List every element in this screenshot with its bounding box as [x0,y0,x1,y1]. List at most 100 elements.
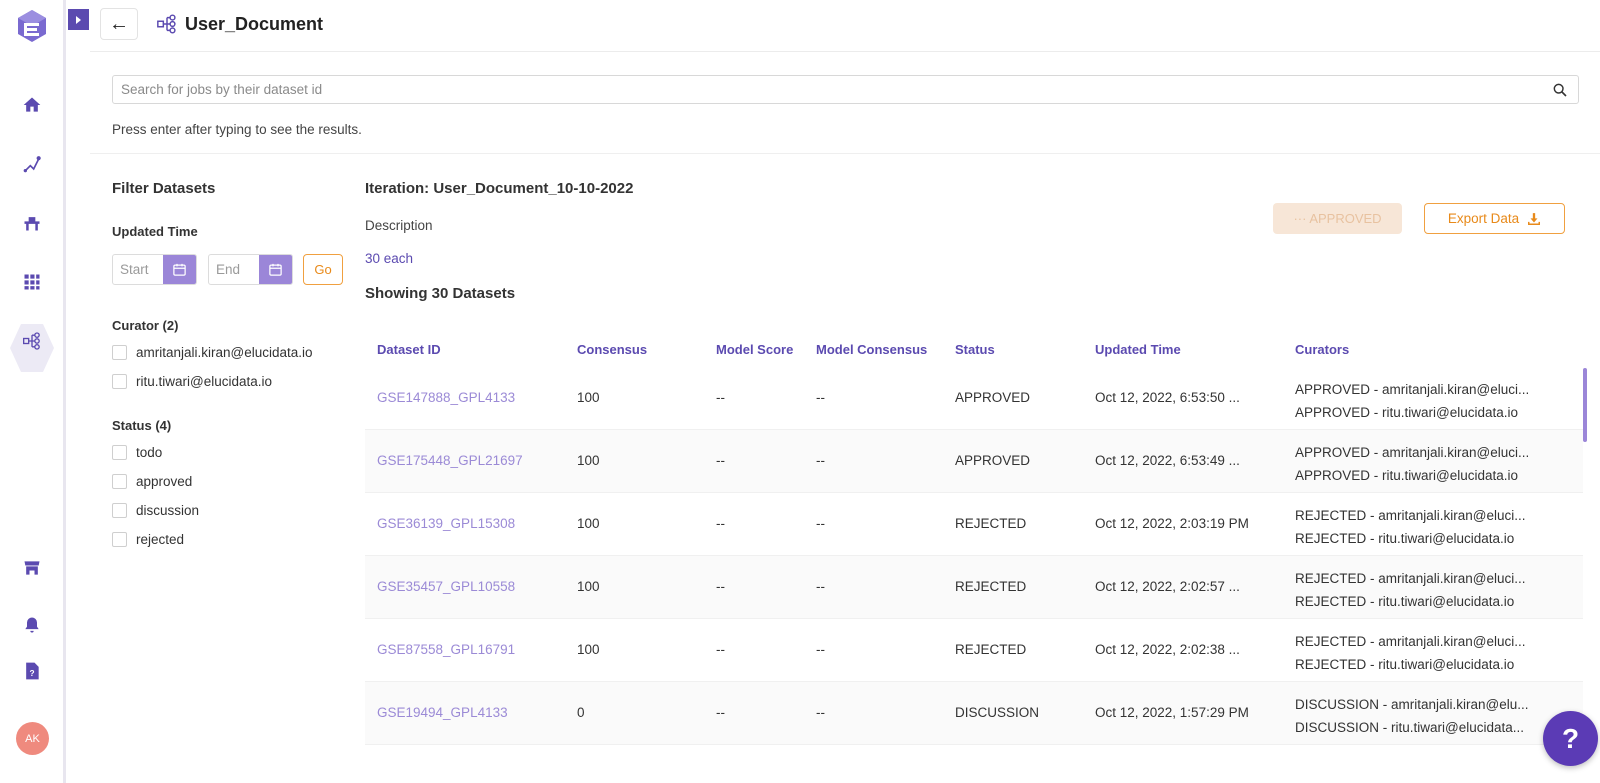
column-header[interactable]: Model Consensus [816,342,927,357]
dataset-id-link[interactable]: GSE87558_GPL16791 [377,642,515,657]
pipeline-icon[interactable] [17,149,47,179]
curator-entry: REJECTED - amritanjali.kiran@eluci... [1295,571,1526,586]
checkbox[interactable] [112,345,127,360]
column-header[interactable]: Model Score [716,342,793,357]
description-label: Description [365,218,433,233]
dataset-id-link[interactable]: GSE175448_GPL21697 [377,453,523,468]
home-icon[interactable] [17,90,47,120]
dataset-id-link[interactable]: GSE36139_GPL15308 [377,516,515,531]
iteration-title: Iteration: User_Document_10-10-2022 [365,180,634,197]
column-header[interactable]: Status [955,342,995,357]
model-score-cell: -- [716,390,725,405]
back-button[interactable]: ← [100,8,138,40]
column-header[interactable]: Dataset ID [377,342,441,357]
workbench-icon[interactable] [17,208,47,238]
column-header[interactable]: Curators [1295,342,1349,357]
updated-time-label: Updated Time [112,224,198,239]
calendar-icon[interactable] [163,255,196,284]
curator-entry: APPROVED - ritu.tiwari@elucidata.io [1295,468,1519,483]
model-score-cell: -- [716,579,725,594]
curation-icon[interactable] [17,326,47,356]
curation-icon [157,14,176,34]
start-date-picker[interactable]: Start [112,254,197,285]
checkbox[interactable] [112,474,127,489]
search-icon[interactable] [1552,82,1568,98]
curator-entry: DISCUSSION - ritu.tiwari@elucidata... [1295,720,1525,735]
table-scrollbar[interactable] [1583,368,1587,442]
dataset-id-link[interactable]: GSE19494_GPL4133 [377,705,508,720]
curator-filter-label: Curator (2) [112,318,179,333]
help-button[interactable]: ? [1543,711,1598,766]
status-cell: REJECTED [955,642,1027,657]
status-cell: REJECTED [955,579,1027,594]
go-button[interactable]: Go [303,254,343,285]
left-nav-rail: ? AK [0,0,66,783]
model-consensus-cell: -- [816,579,825,594]
search-hint: Press enter after typing to see the resu… [112,122,362,137]
table-row[interactable]: GSE19494_GPL4133 0 -- -- DISCUSSION Oct … [365,682,1583,745]
consensus-cell: 100 [577,516,600,531]
dataset-id-link[interactable]: GSE147888_GPL4133 [377,390,515,405]
table-row[interactable]: GSE36139_GPL15308 100 -- -- REJECTED Oct… [365,493,1583,556]
calendar-icon[interactable] [259,255,292,284]
status-cell: DISCUSSION [955,705,1040,720]
consensus-cell: 100 [577,453,600,468]
updated-time-cell: Oct 12, 2022, 6:53:50 ... [1095,390,1240,405]
apps-grid-icon[interactable] [17,267,47,297]
user-avatar[interactable]: AK [16,722,49,755]
status-checkbox[interactable]: rejected [112,532,184,547]
bell-icon[interactable] [17,610,47,640]
model-consensus-cell: -- [816,390,825,405]
help-doc-icon[interactable]: ? [17,656,47,686]
curator-entry: DISCUSSION - amritanjali.kiran@elu... [1295,697,1529,712]
curator-entry: REJECTED - amritanjali.kiran@eluci... [1295,634,1526,649]
search-input[interactable] [113,76,1578,103]
dataset-id-link[interactable]: GSE35457_GPL10558 [377,579,515,594]
checkbox[interactable] [112,445,127,460]
status-option-label: todo [136,445,163,460]
updated-time-cell: Oct 12, 2022, 6:53:49 ... [1095,453,1240,468]
checkbox[interactable] [112,374,127,389]
status-option-label: rejected [136,532,185,547]
model-consensus-cell: -- [816,453,825,468]
curator-checkbox[interactable]: ritu.tiwari@elucidata.io [112,374,272,389]
curator-entry: APPROVED - ritu.tiwari@elucidata.io [1295,405,1519,420]
table-row[interactable]: GSE147888_GPL4133 100 -- -- APPROVED Oct… [365,367,1583,430]
curators-cell: APPROVED - amritanjali.kiran@eluci... APP… [1295,378,1545,424]
export-data-button[interactable]: Export Data [1424,203,1565,234]
store-icon[interactable] [17,553,47,583]
arrow-left-icon: ← [109,12,129,35]
status-checkbox[interactable]: approved [112,474,192,489]
search-box [112,75,1579,104]
logo-icon[interactable] [17,9,47,43]
status-checkbox[interactable]: todo [112,445,162,460]
checkbox[interactable] [112,503,127,518]
table-row[interactable]: GSE175448_GPL21697 100 -- -- APPROVED Oc… [365,430,1583,493]
consensus-cell: 100 [577,642,600,657]
model-consensus-cell: -- [816,642,825,657]
checkbox[interactable] [112,532,127,547]
column-header[interactable]: Consensus [577,342,647,357]
table-row[interactable]: GSE35457_GPL10558 100 -- -- REJECTED Oct… [365,556,1583,619]
curator-checkbox[interactable]: amritanjali.kiran@elucidata.io [112,345,313,360]
end-date-picker[interactable]: End [208,254,293,285]
updated-time-cell: Oct 12, 2022, 2:02:57 ... [1095,579,1240,594]
consensus-cell: 100 [577,390,600,405]
curator-entry: REJECTED - ritu.tiwari@elucidata.io [1295,594,1515,609]
approved-button[interactable]: ··· APPROVED [1273,203,1402,234]
status-cell: APPROVED [955,390,1031,405]
updated-time-cell: Oct 12, 2022, 1:57:29 PM [1095,705,1249,720]
filter-title: Filter Datasets [112,180,216,197]
status-checkbox[interactable]: discussion [112,503,199,518]
export-data-label: Export Data [1447,211,1520,226]
model-consensus-cell: -- [816,705,825,720]
table-row[interactable]: GSE87558_GPL16791 100 -- -- REJECTED Oct… [365,619,1583,682]
start-date-input[interactable]: Start [113,255,163,284]
model-consensus-cell: -- [816,516,825,531]
status-option-label: discussion [136,503,200,518]
expand-sidebar-button[interactable] [68,9,89,30]
model-score-cell: -- [716,642,725,657]
end-date-input[interactable]: End [209,255,259,284]
curators-cell: REJECTED - amritanjali.kiran@eluci... REJ… [1295,567,1545,613]
column-header[interactable]: Updated Time [1095,342,1181,357]
